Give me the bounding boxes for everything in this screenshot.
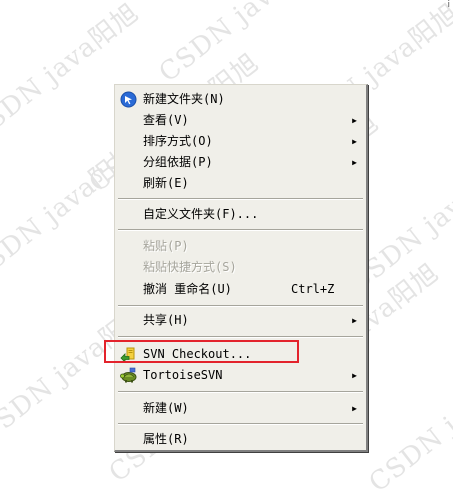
menu-item-undo-rename[interactable]: 撤消 重命名(U) Ctrl+Z (115, 279, 366, 300)
menu-item-properties[interactable]: 属性(R) (115, 429, 366, 450)
menu-item-tortoisesvn[interactable]: TortoiseSVN ▶ (115, 365, 366, 386)
menu-item-label: 自定义文件夹(F)... (143, 207, 259, 221)
menu-separator (118, 229, 363, 231)
menu-separator (118, 198, 363, 200)
corner-glyph: i (447, 0, 450, 10)
menu-item-new[interactable]: 新建(W) ▶ (115, 398, 366, 419)
watermark-text: CSDN java阳旭 (153, 0, 335, 89)
menu-item-label: 共享(H) (143, 313, 189, 327)
highlight-annotation-box (104, 340, 299, 363)
menu-separator (118, 305, 363, 307)
menu-item-label: 分组依据(P) (143, 155, 213, 169)
menu-item-label: 排序方式(O) (143, 134, 213, 148)
menu-item-paste-shortcut: 粘贴快捷方式(S) (115, 257, 366, 278)
submenu-arrow-icon: ▶ (352, 116, 357, 125)
submenu-arrow-icon: ▶ (352, 158, 357, 167)
menu-item-paste: 粘贴(P) (115, 236, 366, 257)
menu-item-group-by[interactable]: 分组依据(P) ▶ (115, 152, 366, 173)
menu-item-shortcut: Ctrl+Z (291, 282, 335, 296)
menu-item-label: 属性(R) (143, 432, 189, 446)
menu-item-label: 新建(W) (143, 401, 189, 415)
new-folder-arrow-icon (120, 91, 137, 108)
submenu-arrow-icon: ▶ (352, 371, 357, 380)
menu-item-label: 粘贴(P) (143, 239, 189, 253)
context-menu: 新建文件夹(N) 查看(V) ▶ 排序方式(O) ▶ 分组依据(P) ▶ 刷新(… (114, 84, 368, 452)
menu-item-sort-by[interactable]: 排序方式(O) ▶ (115, 131, 366, 152)
menu-item-refresh[interactable]: 刷新(E) (115, 173, 366, 194)
menu-separator (118, 336, 363, 338)
submenu-arrow-icon: ▶ (352, 404, 357, 413)
menu-item-label: 查看(V) (143, 113, 189, 127)
menu-separator (118, 391, 363, 393)
watermark-text: CSDN java阳旭 (363, 347, 453, 499)
menu-separator (118, 423, 363, 425)
tortoisesvn-icon (120, 367, 137, 384)
menu-item-view[interactable]: 查看(V) ▶ (115, 110, 366, 131)
menu-item-label: 新建文件夹(N) (143, 92, 225, 106)
menu-item-label: 刷新(E) (143, 176, 189, 190)
menu-item-label: TortoiseSVN (143, 368, 223, 382)
menu-item-new-folder[interactable]: 新建文件夹(N) (115, 89, 366, 110)
menu-item-label: 撤消 重命名(U) (143, 282, 232, 296)
menu-item-share[interactable]: 共享(H) ▶ (115, 310, 366, 331)
menu-item-label: 粘贴快捷方式(S) (143, 260, 237, 274)
menu-item-customize-folder[interactable]: 自定义文件夹(F)... (115, 204, 366, 225)
submenu-arrow-icon: ▶ (352, 137, 357, 146)
submenu-arrow-icon: ▶ (352, 316, 357, 325)
